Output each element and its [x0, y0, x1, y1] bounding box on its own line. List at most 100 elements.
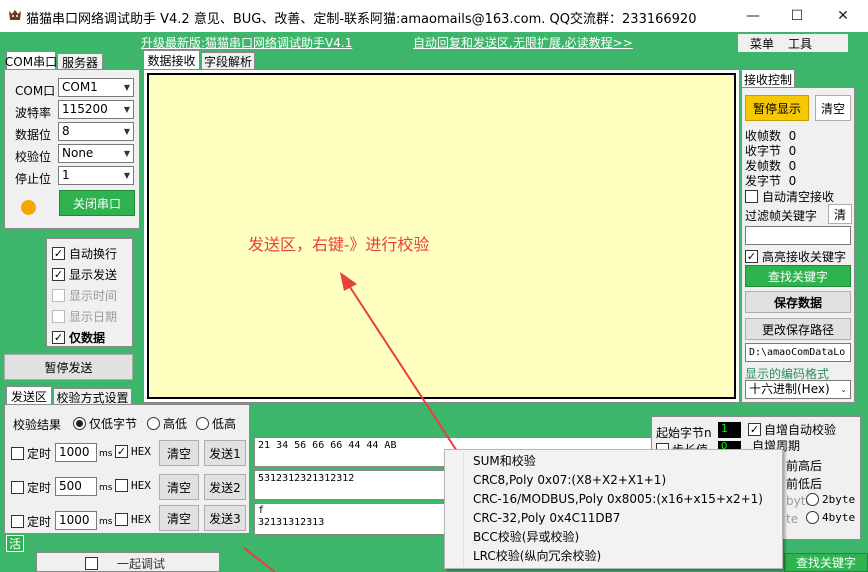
active-indicator: 活: [6, 535, 24, 552]
receive-control-panel: 暂停显示 清空 收帧数 0 收字节 0 发帧数 0 发字节 0 自动清空接收 过…: [741, 87, 855, 403]
send-3-button[interactable]: 发送3: [204, 505, 246, 531]
filter-keyword-input[interactable]: [745, 226, 851, 245]
data-bits-select[interactable]: 8 ▼: [58, 122, 134, 141]
dropdown-arrow-icon: ▼: [123, 127, 130, 136]
option-show-send[interactable]: ✓ 显示发送: [52, 266, 117, 283]
send-settings-panel: 校验结果 仅低字节 高低 低高 定时 1000 ms ✓ HEX 清空 发送1 定…: [4, 404, 250, 534]
receive-textarea[interactable]: [147, 73, 736, 399]
find-keyword-button[interactable]: 查找关键字: [745, 265, 851, 287]
stat-tx-bytes: 发字节 0: [745, 174, 797, 188]
minimize-button[interactable]: —: [730, 0, 776, 32]
pause-display-button[interactable]: 暂停显示: [745, 95, 809, 121]
option-show-date[interactable]: 显示日期: [52, 308, 117, 325]
clear-receive-button[interactable]: 清空: [815, 95, 851, 121]
com-port-label: COM口: [15, 84, 56, 98]
menu-item-bcc[interactable]: BCC校验(异或校验): [445, 528, 782, 547]
filter-clear-button[interactable]: 清: [828, 204, 852, 224]
find-keyword-bottom-button[interactable]: 查找关键字: [784, 553, 868, 572]
byte-3-option[interactable]: te: [786, 512, 798, 526]
data-bits-label: 数据位: [15, 128, 52, 142]
dropdown-arrow-icon: ▼: [123, 149, 130, 158]
option-show-time[interactable]: 显示时间: [52, 287, 117, 304]
menu-item-crc8[interactable]: CRC8,Poly 0x07:(X8+X2+X1+1): [445, 471, 782, 490]
menu-item-crc16-modbus[interactable]: CRC-16/MODBUS,Poly 0x8005:(x16+x15+x2+1): [445, 490, 782, 509]
auto-checksum-option[interactable]: ✓ 自增自动校验: [748, 421, 836, 438]
hidden-panel: 一起调试: [36, 552, 220, 572]
parity-select[interactable]: None ▼: [58, 144, 134, 163]
tab-send-area[interactable]: 发送区: [6, 386, 52, 405]
timer-1-option[interactable]: 定时: [11, 445, 51, 462]
checksum-context-menu: SUM和校验 CRC8,Poly 0x07:(X8+X2+X1+1) CRC-1…: [444, 449, 783, 569]
start-byte-input[interactable]: 1: [718, 422, 741, 438]
byte-4-option[interactable]: 4byte: [806, 511, 855, 524]
checksum-result-label: 校验结果: [13, 418, 62, 432]
radio-icon: [73, 417, 86, 430]
checkbox-icon: [11, 481, 24, 494]
checksum-high-low[interactable]: 高低: [147, 415, 187, 432]
dropdown-arrow-icon: ▼: [123, 83, 130, 92]
menu-item-lrc[interactable]: LRC校验(纵向冗余校验): [445, 547, 782, 566]
serial-panel: COM口 COM1 ▼ 波特率 115200 ▼ 数据位 8 ▼ 校验位 None ▼ …: [4, 69, 140, 229]
tab-field-parse[interactable]: 字段解析: [201, 52, 255, 69]
menu-item-tools[interactable]: 工具: [788, 35, 812, 52]
option-data-only[interactable]: ✓ 仅数据: [52, 329, 105, 346]
upgrade-link[interactable]: 升级最新版:猫猫串口网络调试助手V4.1: [141, 34, 352, 51]
menu-item-crc32[interactable]: CRC-32,Poly 0x4C11DB7: [445, 509, 782, 528]
checkbox-icon: [115, 513, 128, 526]
hex-2-option[interactable]: HEX: [115, 479, 151, 492]
checksum-low-high[interactable]: 低高: [196, 415, 236, 432]
tab-com[interactable]: COM串口: [5, 51, 57, 70]
highlight-keyword-option[interactable]: ✓ 高亮接收关键字: [745, 248, 846, 265]
stop-bits-select[interactable]: 1 ▼: [58, 166, 134, 185]
hidden-panel-text: 一起调试: [117, 557, 166, 571]
close-port-button[interactable]: 关闭串口: [59, 190, 135, 216]
timer-3-option[interactable]: 定时: [11, 513, 51, 530]
pause-send-button[interactable]: 暂停发送: [4, 354, 133, 380]
tab-data-receive[interactable]: 数据接收: [143, 50, 200, 69]
checksum-low-byte[interactable]: 仅低字节: [73, 415, 137, 432]
radio-icon: [806, 493, 819, 506]
interval-3-input[interactable]: 1000: [55, 511, 97, 530]
clear-2-button[interactable]: 清空: [159, 474, 199, 500]
auto-clear-option[interactable]: 自动清空接收: [745, 188, 834, 205]
tab-receive-control[interactable]: 接收控制: [741, 69, 795, 88]
checkbox-icon[interactable]: [85, 557, 98, 570]
menu-divider: [463, 452, 464, 566]
save-path-field[interactable]: D:\amaoComDataLo: [745, 343, 851, 362]
dropdown-arrow-icon: ▼: [123, 105, 130, 114]
dropdown-arrow-icon: ⌄: [840, 385, 847, 394]
close-button[interactable]: ✕: [820, 0, 866, 32]
stop-bits-label: 停止位: [15, 172, 52, 186]
com-port-select[interactable]: COM1 ▼: [58, 78, 134, 97]
dropdown-arrow-icon: ▼: [123, 171, 130, 180]
interval-2-input[interactable]: 500: [55, 477, 97, 496]
hex-1-option[interactable]: ✓ HEX: [115, 445, 151, 458]
annotation-text: 发送区，右键-》进行校验: [248, 235, 430, 254]
checkbox-icon: ✓: [115, 445, 128, 458]
send-2-button[interactable]: 发送2: [204, 474, 246, 500]
clear-3-button[interactable]: 清空: [159, 505, 199, 531]
window-title: 猫猫串口网络调试助手 V4.2 意见、BUG、改善、定制-联系阿猫:amaoma…: [26, 12, 697, 27]
byte-2-option[interactable]: 2byte: [806, 493, 855, 506]
title-bar: 猫猫串口网络调试助手 V4.2 意见、BUG、改善、定制-联系阿猫:amaoma…: [0, 0, 868, 32]
menu-item-sum[interactable]: SUM和校验: [445, 452, 782, 471]
maximize-button[interactable]: ☐: [774, 0, 820, 32]
checkbox-icon: [745, 190, 758, 203]
tab-checksum-settings[interactable]: 校验方式设置: [53, 388, 132, 405]
hex-3-option[interactable]: HEX: [115, 513, 151, 526]
clear-1-button[interactable]: 清空: [159, 440, 199, 466]
tab-server[interactable]: 服务器: [57, 53, 103, 70]
encoding-select[interactable]: 十六进制(Hex) ⌄: [745, 380, 851, 399]
display-options-panel: ✓ 自动换行 ✓ 显示发送 显示时间 显示日期 ✓ 仅数据: [46, 238, 133, 347]
timer-2-option[interactable]: 定时: [11, 479, 51, 496]
save-data-button[interactable]: 保存数据: [745, 291, 851, 313]
send-1-button[interactable]: 发送1: [204, 440, 246, 466]
menu-item-menu[interactable]: 菜单: [750, 35, 774, 52]
change-save-path-button[interactable]: 更改保存路径: [745, 318, 851, 340]
baud-select[interactable]: 115200 ▼: [58, 100, 134, 119]
auto-reply-link[interactable]: 自动回复和发送区,无限扩展,必读教程>>: [413, 34, 633, 51]
interval-1-input[interactable]: 1000: [55, 443, 97, 462]
unit-2-label: ms: [99, 483, 113, 493]
unit-3-label: ms: [99, 517, 113, 527]
option-auto-wrap[interactable]: ✓ 自动换行: [52, 245, 117, 262]
